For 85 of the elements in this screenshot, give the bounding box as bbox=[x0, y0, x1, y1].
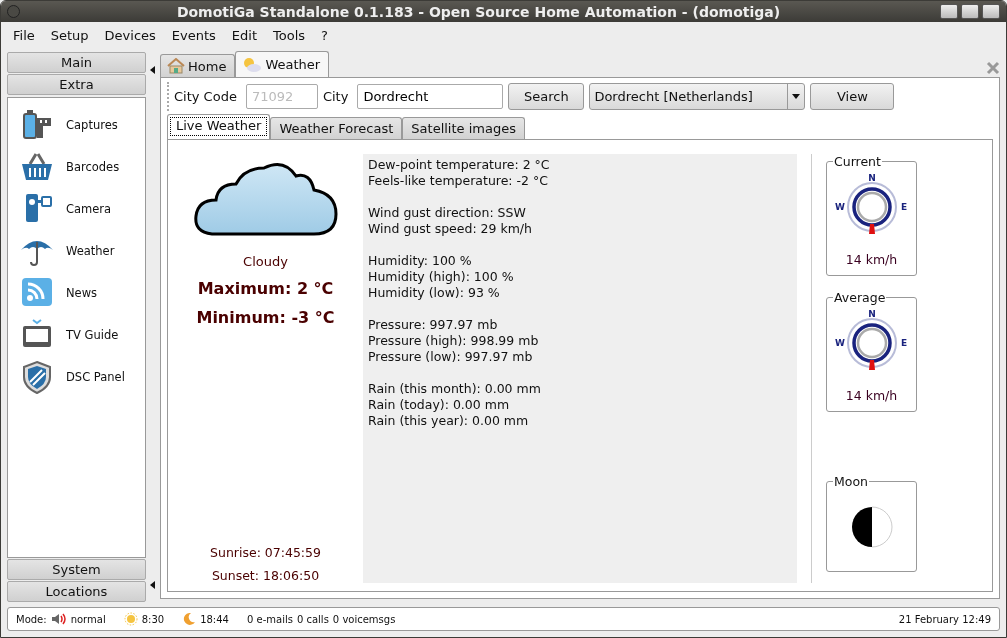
mode-value: normal bbox=[70, 613, 106, 625]
sidebar-item[interactable]: Camera bbox=[66, 202, 112, 216]
email-count: 0 e-mails bbox=[246, 613, 293, 625]
wind-needle-icon bbox=[868, 224, 875, 234]
weather-detail: Humidity (low): 93 % bbox=[368, 285, 501, 301]
weather-detail: Rain (this year): 0.00 mm bbox=[368, 413, 530, 429]
speaker-icon bbox=[50, 613, 67, 625]
caret-icon bbox=[792, 94, 801, 99]
collapse-arrow-icon[interactable] bbox=[150, 581, 155, 589]
sunset-time: 18:44 bbox=[200, 613, 229, 625]
compass-ring-drawing bbox=[846, 182, 897, 232]
compass-letter: W bbox=[834, 202, 845, 212]
mode-label: Mode: bbox=[16, 613, 47, 625]
shield-icon bbox=[20, 360, 54, 394]
maximum-temperature: Maximum: 2 °C bbox=[197, 279, 334, 298]
weather-detail: Wind gust speed: 29 km/h bbox=[368, 221, 533, 237]
menu-item[interactable]: Edit bbox=[223, 27, 266, 43]
menu-item[interactable]: Devices bbox=[96, 27, 164, 43]
collapse-arrow-icon[interactable] bbox=[150, 66, 155, 74]
sun-cloud-icon bbox=[242, 56, 263, 73]
menu-item[interactable]: File bbox=[5, 27, 43, 43]
weather-detail: Dew-point temperature: 2 °C bbox=[368, 157, 551, 173]
moon-icon bbox=[182, 612, 197, 626]
search-button[interactable]: Search bbox=[508, 83, 585, 110]
maximize-button[interactable] bbox=[961, 4, 979, 19]
field-label: City Code bbox=[174, 89, 238, 104]
house-icon bbox=[167, 58, 185, 74]
weather-detail: Pressure (low): 997.97 mb bbox=[368, 349, 534, 365]
weather-condition: Cloudy bbox=[243, 254, 288, 269]
sidebar-item[interactable]: Barcodes bbox=[66, 160, 120, 174]
weather-detail: Pressure (high): 998.99 mb bbox=[368, 333, 540, 349]
weather-detail: Rain (this month): 0.00 mm bbox=[368, 381, 542, 397]
wind-speed: 14 km/h bbox=[844, 252, 899, 267]
panel-title: Moon bbox=[833, 474, 869, 489]
compass-ring-drawing bbox=[846, 318, 897, 368]
menu-item[interactable]: Setup bbox=[42, 27, 97, 43]
weather-detail: Humidity (high): 100 % bbox=[368, 269, 515, 285]
sunrise-time: 8:30 bbox=[141, 613, 165, 625]
film-icon bbox=[20, 108, 54, 142]
tab[interactable]: Home bbox=[160, 54, 236, 77]
panel-title: Average bbox=[833, 290, 887, 305]
city-dropdown[interactable]: Dordrecht [Netherlands] bbox=[589, 83, 806, 110]
window-title: DomotiGa Standalone 0.1.183 - Open Source Home Automation - (domotiga) bbox=[175, 3, 782, 20]
menu-item[interactable]: Tools bbox=[265, 27, 314, 43]
tab[interactable]: Satellite images bbox=[402, 117, 525, 139]
weather-detail: Wind gust direction: SSW bbox=[368, 205, 527, 221]
compass-letter: E bbox=[900, 202, 907, 212]
weather-detail: Humidity: 100 % bbox=[368, 253, 473, 269]
compass-letter: N bbox=[867, 309, 876, 319]
voicemail-count: 0 voicemsgs bbox=[332, 613, 396, 625]
sunset-time: Sunset: 18:06:50 bbox=[211, 568, 320, 583]
sidebar-item[interactable]: DSC Panel bbox=[66, 370, 125, 384]
sun-icon bbox=[123, 612, 138, 626]
sidebar-item[interactable]: Weather bbox=[66, 244, 115, 258]
sidebar-section[interactable]: Locations bbox=[7, 581, 146, 602]
sidebar-section[interactable]: Extra bbox=[7, 74, 146, 95]
weather-detail: Rain (today): 0.00 mm bbox=[368, 397, 511, 413]
tab[interactable]: Weather bbox=[235, 51, 330, 77]
half-moon-icon bbox=[849, 505, 894, 549]
sidebar-item[interactable]: News bbox=[66, 286, 98, 300]
call-count: 0 calls bbox=[296, 613, 329, 625]
sidebar-section[interactable]: System bbox=[7, 559, 146, 580]
sunrise-time: Sunrise: 07:45:59 bbox=[210, 545, 321, 560]
compass-letter: E bbox=[900, 338, 907, 348]
close-button[interactable] bbox=[982, 4, 1000, 19]
city-field[interactable]: Dordrecht bbox=[357, 84, 504, 109]
panel-title: Current bbox=[833, 154, 882, 169]
field-label: City bbox=[322, 89, 350, 104]
wind-speed: 14 km/h bbox=[844, 388, 899, 403]
view-button[interactable]: View bbox=[810, 83, 895, 110]
tab[interactable]: Weather Forecast bbox=[270, 117, 403, 139]
sidebar-item[interactable]: TV Guide bbox=[66, 328, 119, 342]
menu-item[interactable]: ? bbox=[313, 27, 336, 43]
tab[interactable]: Live Weather bbox=[167, 114, 271, 139]
sidebar-section[interactable]: Main bbox=[7, 52, 146, 73]
weather-detail: Feels-like temperature: -2 °C bbox=[368, 173, 549, 189]
date-time: 21 February 12:49 bbox=[898, 613, 991, 625]
compass-letter: W bbox=[834, 338, 845, 348]
wind-needle-icon bbox=[868, 360, 875, 370]
compass-letter: N bbox=[867, 173, 876, 183]
menu-item[interactable]: Events bbox=[163, 27, 224, 43]
sidebar-item[interactable]: Captures bbox=[66, 118, 118, 132]
weather-detail: Pressure: 997.97 mb bbox=[368, 317, 499, 333]
minimum-temperature: Minimum: -3 °C bbox=[196, 308, 335, 327]
minimize-button[interactable] bbox=[940, 4, 958, 19]
